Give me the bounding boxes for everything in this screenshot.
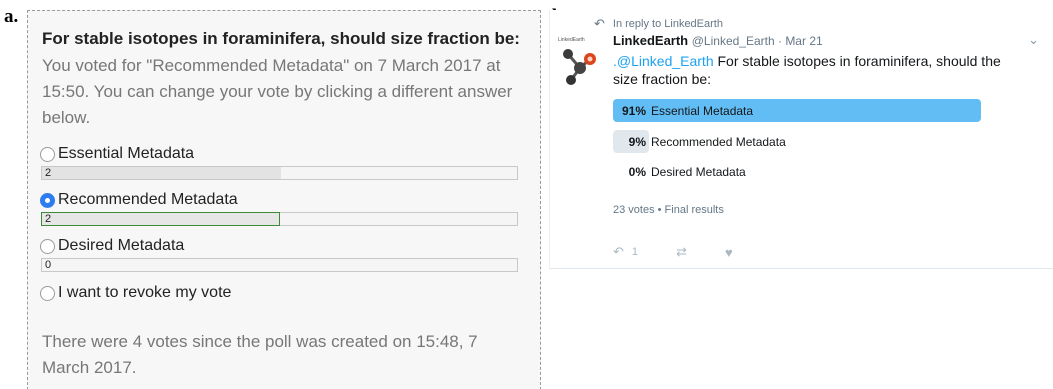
- poll-option-recommended: 9% Recommended Metadata: [613, 130, 1017, 153]
- poll-option-label: Desired Metadata: [651, 164, 746, 179]
- poll-option-essential: 91% Essential Metadata: [613, 99, 1017, 122]
- retweet-icon: ⇄: [676, 244, 687, 259]
- avatar[interactable]: LinkedEarth: [558, 34, 598, 86]
- radio-button[interactable]: [40, 238, 55, 254]
- vote-count: 2: [45, 213, 52, 225]
- reply-icon: ↶: [613, 244, 624, 259]
- panel-label-a: a.: [4, 6, 19, 27]
- vote-bar: 0: [41, 258, 518, 272]
- radio-button[interactable]: [40, 146, 55, 162]
- heart-icon: ♥: [724, 244, 733, 260]
- radio-button[interactable]: [40, 285, 55, 301]
- vote-bar: 2: [41, 166, 518, 180]
- reply-count: 1: [631, 246, 639, 258]
- poll-summary: There were 4 votes since the poll was cr…: [42, 332, 478, 377]
- mention-link[interactable]: .@Linked_Earth: [613, 53, 714, 69]
- tweet-card: ↶ In reply to LinkedEarth LinkedEarth Li…: [549, 10, 1053, 269]
- poll-option-label: Essential Metadata: [651, 103, 754, 118]
- in-reply-to[interactable]: ↶ In reply to LinkedEarth: [594, 16, 723, 32]
- vote-bar-fill: [41, 212, 280, 226]
- tweet-header: LinkedEarth @Linked_Earth · Mar 21: [613, 33, 823, 48]
- option-label: Essential Metadata: [58, 145, 195, 162]
- poll-percent: 9%: [628, 134, 646, 149]
- option-desired[interactable]: Desired Metadata: [40, 237, 184, 255]
- option-essential[interactable]: Essential Metadata: [40, 145, 194, 163]
- tweet-text: .@Linked_Earth For stable isotopes in fo…: [613, 52, 1023, 88]
- radio-button-selected[interactable]: [40, 192, 55, 208]
- like-button[interactable]: ♥: [725, 245, 733, 260]
- vote-count: 0: [45, 259, 52, 271]
- author-name[interactable]: LinkedEarth: [613, 33, 688, 48]
- vote-bar-fill: [42, 167, 281, 179]
- reply-button[interactable]: ↶ 1: [613, 244, 638, 260]
- poll-percent: 0%: [628, 164, 646, 179]
- option-label: Desired Metadata: [58, 237, 185, 254]
- reply-text: In reply to LinkedEarth: [612, 18, 723, 30]
- poll-option-desired: 0% Desired Metadata: [613, 160, 1017, 183]
- vote-count: 2: [45, 167, 52, 179]
- option-label: Recommended Metadata: [58, 191, 238, 208]
- retweet-button[interactable]: ⇄: [676, 244, 687, 260]
- option-label: I want to revoke my vote: [58, 284, 232, 301]
- poll-percent: 91%: [621, 103, 646, 118]
- poll-question: For stable isotopes in foraminifera, sho…: [42, 29, 520, 48]
- vote-info-text: You voted for "Recommended Metadata" on …: [42, 56, 513, 127]
- reply-arrow-icon: ↶: [594, 16, 605, 31]
- poll-panel: For stable isotopes in foraminifera, sho…: [27, 10, 541, 389]
- tweet-actions: ↶ 1 ⇄ ♥: [613, 244, 771, 260]
- option-revoke[interactable]: I want to revoke my vote: [40, 284, 231, 302]
- option-recommended[interactable]: Recommended Metadata: [40, 191, 238, 209]
- author-meta: @Linked_Earth · Mar 21: [691, 34, 823, 48]
- poll-footer: 23 votes • Final results: [613, 204, 724, 216]
- vote-bar: 2: [41, 212, 518, 226]
- chevron-down-icon[interactable]: ⌄: [1028, 32, 1039, 48]
- avatar-logo-text: LinkedEarth: [558, 37, 585, 43]
- poll-option-label: Recommended Metadata: [651, 134, 786, 149]
